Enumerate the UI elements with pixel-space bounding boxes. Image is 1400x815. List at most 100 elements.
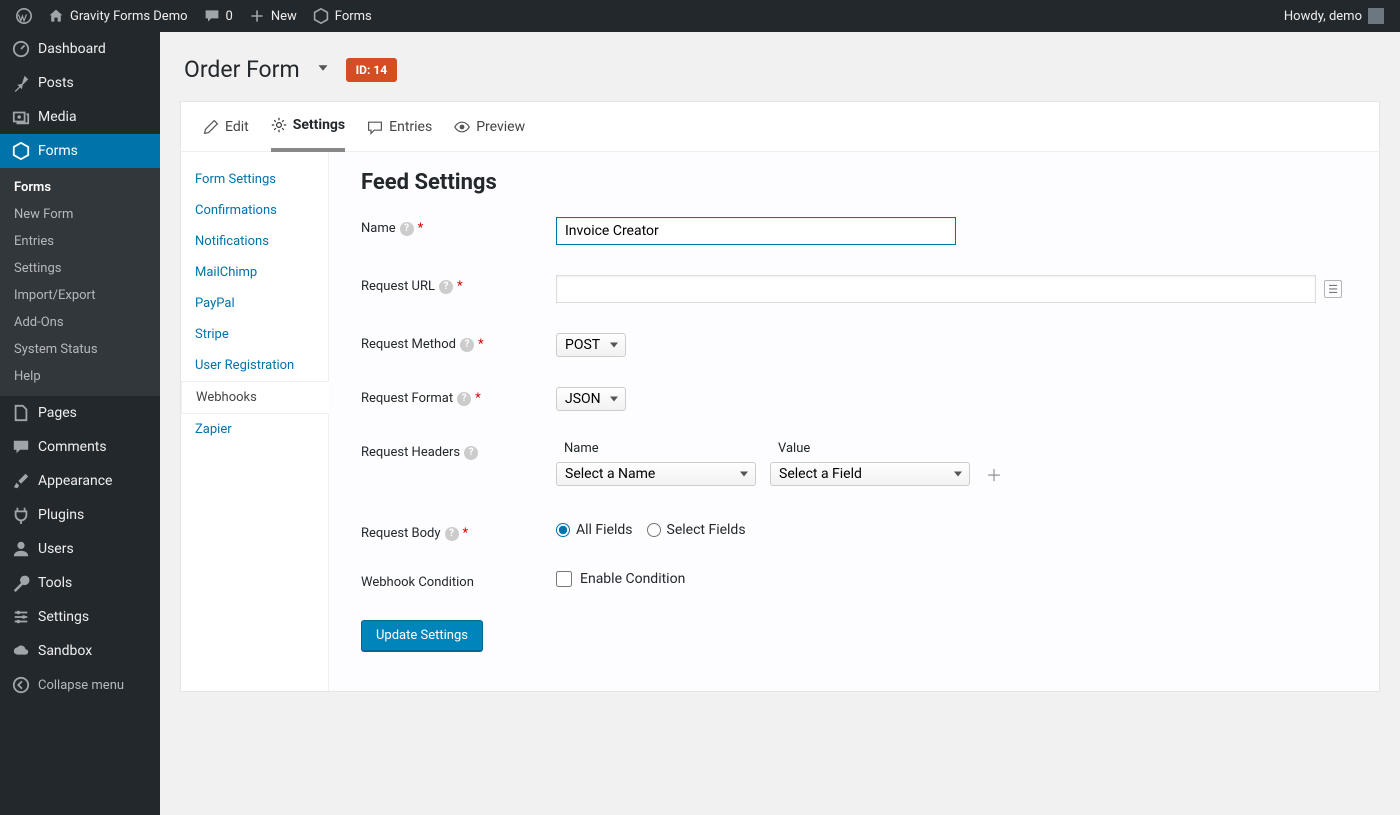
submenu-help[interactable]: Help	[0, 363, 160, 390]
form-tabs: Edit Settings Entries Preview	[181, 102, 1379, 152]
request-url-input[interactable]	[556, 275, 1316, 303]
submenu-settings[interactable]: Settings	[0, 255, 160, 282]
tab-edit-label: Edit	[225, 119, 249, 135]
submenu-import-export[interactable]: Import/Export	[0, 282, 160, 309]
site-name-link[interactable]: Gravity Forms Demo	[40, 0, 196, 32]
form-id-badge: ID: 14	[346, 58, 397, 82]
request-format-select[interactable]: JSON	[556, 387, 626, 411]
menu-tools-label: Tools	[38, 575, 72, 591]
forms-icon	[313, 8, 329, 24]
header-name-select[interactable]: Select a Name	[556, 462, 756, 486]
condition-label: Webhook Condition	[361, 571, 556, 590]
pin-icon	[12, 74, 30, 92]
merge-tag-button[interactable]: ☰	[1324, 280, 1342, 298]
new-label: New	[271, 9, 297, 24]
body-all-fields-radio[interactable]: All Fields	[556, 522, 633, 538]
menu-users-label: Users	[38, 541, 74, 557]
home-icon	[48, 8, 64, 24]
menu-pages-label: Pages	[38, 405, 77, 421]
menu-dashboard[interactable]: Dashboard	[0, 32, 160, 66]
snav-stripe[interactable]: Stripe	[181, 319, 328, 350]
submenu-forms[interactable]: Forms	[0, 174, 160, 201]
snav-zapier[interactable]: Zapier	[181, 414, 328, 445]
header-value-col: Value	[770, 441, 970, 456]
menu-media-label: Media	[38, 109, 77, 125]
menu-sandbox-label: Sandbox	[38, 643, 92, 659]
snav-paypal[interactable]: PayPal	[181, 288, 328, 319]
submenu-addons[interactable]: Add-Ons	[0, 309, 160, 336]
page-title: Order Form	[184, 56, 300, 83]
enable-condition-checkbox[interactable]: Enable Condition	[556, 571, 1347, 587]
comments-link[interactable]: 0	[196, 0, 241, 32]
cloud-icon	[12, 642, 30, 660]
collapse-menu[interactable]: Collapse menu	[0, 668, 160, 702]
help-icon[interactable]: ?	[457, 392, 471, 406]
menu-comments-label: Comments	[38, 439, 107, 455]
wp-logo[interactable]	[8, 0, 40, 32]
menu-pages[interactable]: Pages	[0, 396, 160, 430]
tab-settings[interactable]: Settings	[271, 102, 345, 152]
settings-panel: Edit Settings Entries Preview Form Setti…	[180, 101, 1380, 692]
collapse-label: Collapse menu	[38, 678, 124, 693]
menu-forms[interactable]: Forms	[0, 134, 160, 168]
brush-icon	[12, 472, 30, 490]
forms-adminbar-link[interactable]: Forms	[305, 0, 380, 32]
menu-forms-label: Forms	[38, 143, 78, 159]
body-select-fields-radio[interactable]: Select Fields	[647, 522, 746, 538]
help-icon[interactable]: ?	[445, 527, 459, 541]
settings-subnav: Form Settings Confirmations Notification…	[181, 152, 329, 691]
snav-confirmations[interactable]: Confirmations	[181, 195, 328, 226]
menu-appearance-label: Appearance	[38, 473, 112, 489]
new-content-link[interactable]: New	[241, 0, 305, 32]
snav-webhooks[interactable]: Webhooks	[181, 381, 329, 414]
menu-comments[interactable]: Comments	[0, 430, 160, 464]
menu-posts-label: Posts	[38, 75, 74, 91]
menu-plugins-label: Plugins	[38, 507, 84, 523]
gravityforms-icon	[12, 142, 30, 160]
update-settings-button[interactable]: Update Settings	[361, 620, 483, 651]
submenu-new-form[interactable]: New Form	[0, 201, 160, 228]
eye-icon	[454, 119, 470, 135]
tab-edit[interactable]: Edit	[203, 102, 249, 152]
name-label: Name?*	[361, 217, 556, 236]
menu-posts[interactable]: Posts	[0, 66, 160, 100]
menu-users[interactable]: Users	[0, 532, 160, 566]
request-method-select[interactable]: POST	[556, 333, 626, 357]
submenu-entries[interactable]: Entries	[0, 228, 160, 255]
snav-form-settings[interactable]: Form Settings	[181, 164, 328, 195]
snav-notifications[interactable]: Notifications	[181, 226, 328, 257]
menu-sandbox[interactable]: Sandbox	[0, 634, 160, 668]
help-icon[interactable]: ?	[460, 338, 474, 352]
headers-label: Request Headers?	[361, 441, 556, 460]
tab-settings-label: Settings	[293, 117, 345, 133]
page-header: Order Form ID: 14	[180, 42, 1380, 101]
site-name-text: Gravity Forms Demo	[70, 9, 188, 24]
add-header-button[interactable]: ＋	[984, 464, 1004, 484]
menu-appearance[interactable]: Appearance	[0, 464, 160, 498]
help-icon[interactable]: ?	[439, 280, 453, 294]
menu-media[interactable]: Media	[0, 100, 160, 134]
menu-tools[interactable]: Tools	[0, 566, 160, 600]
plus-icon	[249, 8, 265, 24]
sliders-icon	[12, 608, 30, 626]
dashboard-icon	[12, 40, 30, 58]
menu-settings[interactable]: Settings	[0, 600, 160, 634]
url-label: Request URL?*	[361, 275, 556, 294]
howdy-link[interactable]: Howdy, demo	[1276, 0, 1392, 32]
format-label: Request Format?*	[361, 387, 556, 406]
comments-icon	[12, 438, 30, 456]
menu-settings-label: Settings	[38, 609, 89, 625]
snav-user-registration[interactable]: User Registration	[181, 350, 328, 381]
help-icon[interactable]: ?	[400, 222, 414, 236]
form-switcher[interactable]	[314, 59, 332, 81]
tab-entries[interactable]: Entries	[367, 102, 432, 152]
name-input[interactable]	[556, 217, 956, 245]
menu-plugins[interactable]: Plugins	[0, 498, 160, 532]
header-value-select[interactable]: Select a Field	[770, 462, 970, 486]
tab-preview[interactable]: Preview	[454, 102, 525, 152]
tab-preview-label: Preview	[476, 119, 525, 135]
snav-mailchimp[interactable]: MailChimp	[181, 257, 328, 288]
help-icon[interactable]: ?	[464, 446, 478, 460]
wrench-icon	[12, 574, 30, 592]
submenu-system-status[interactable]: System Status	[0, 336, 160, 363]
